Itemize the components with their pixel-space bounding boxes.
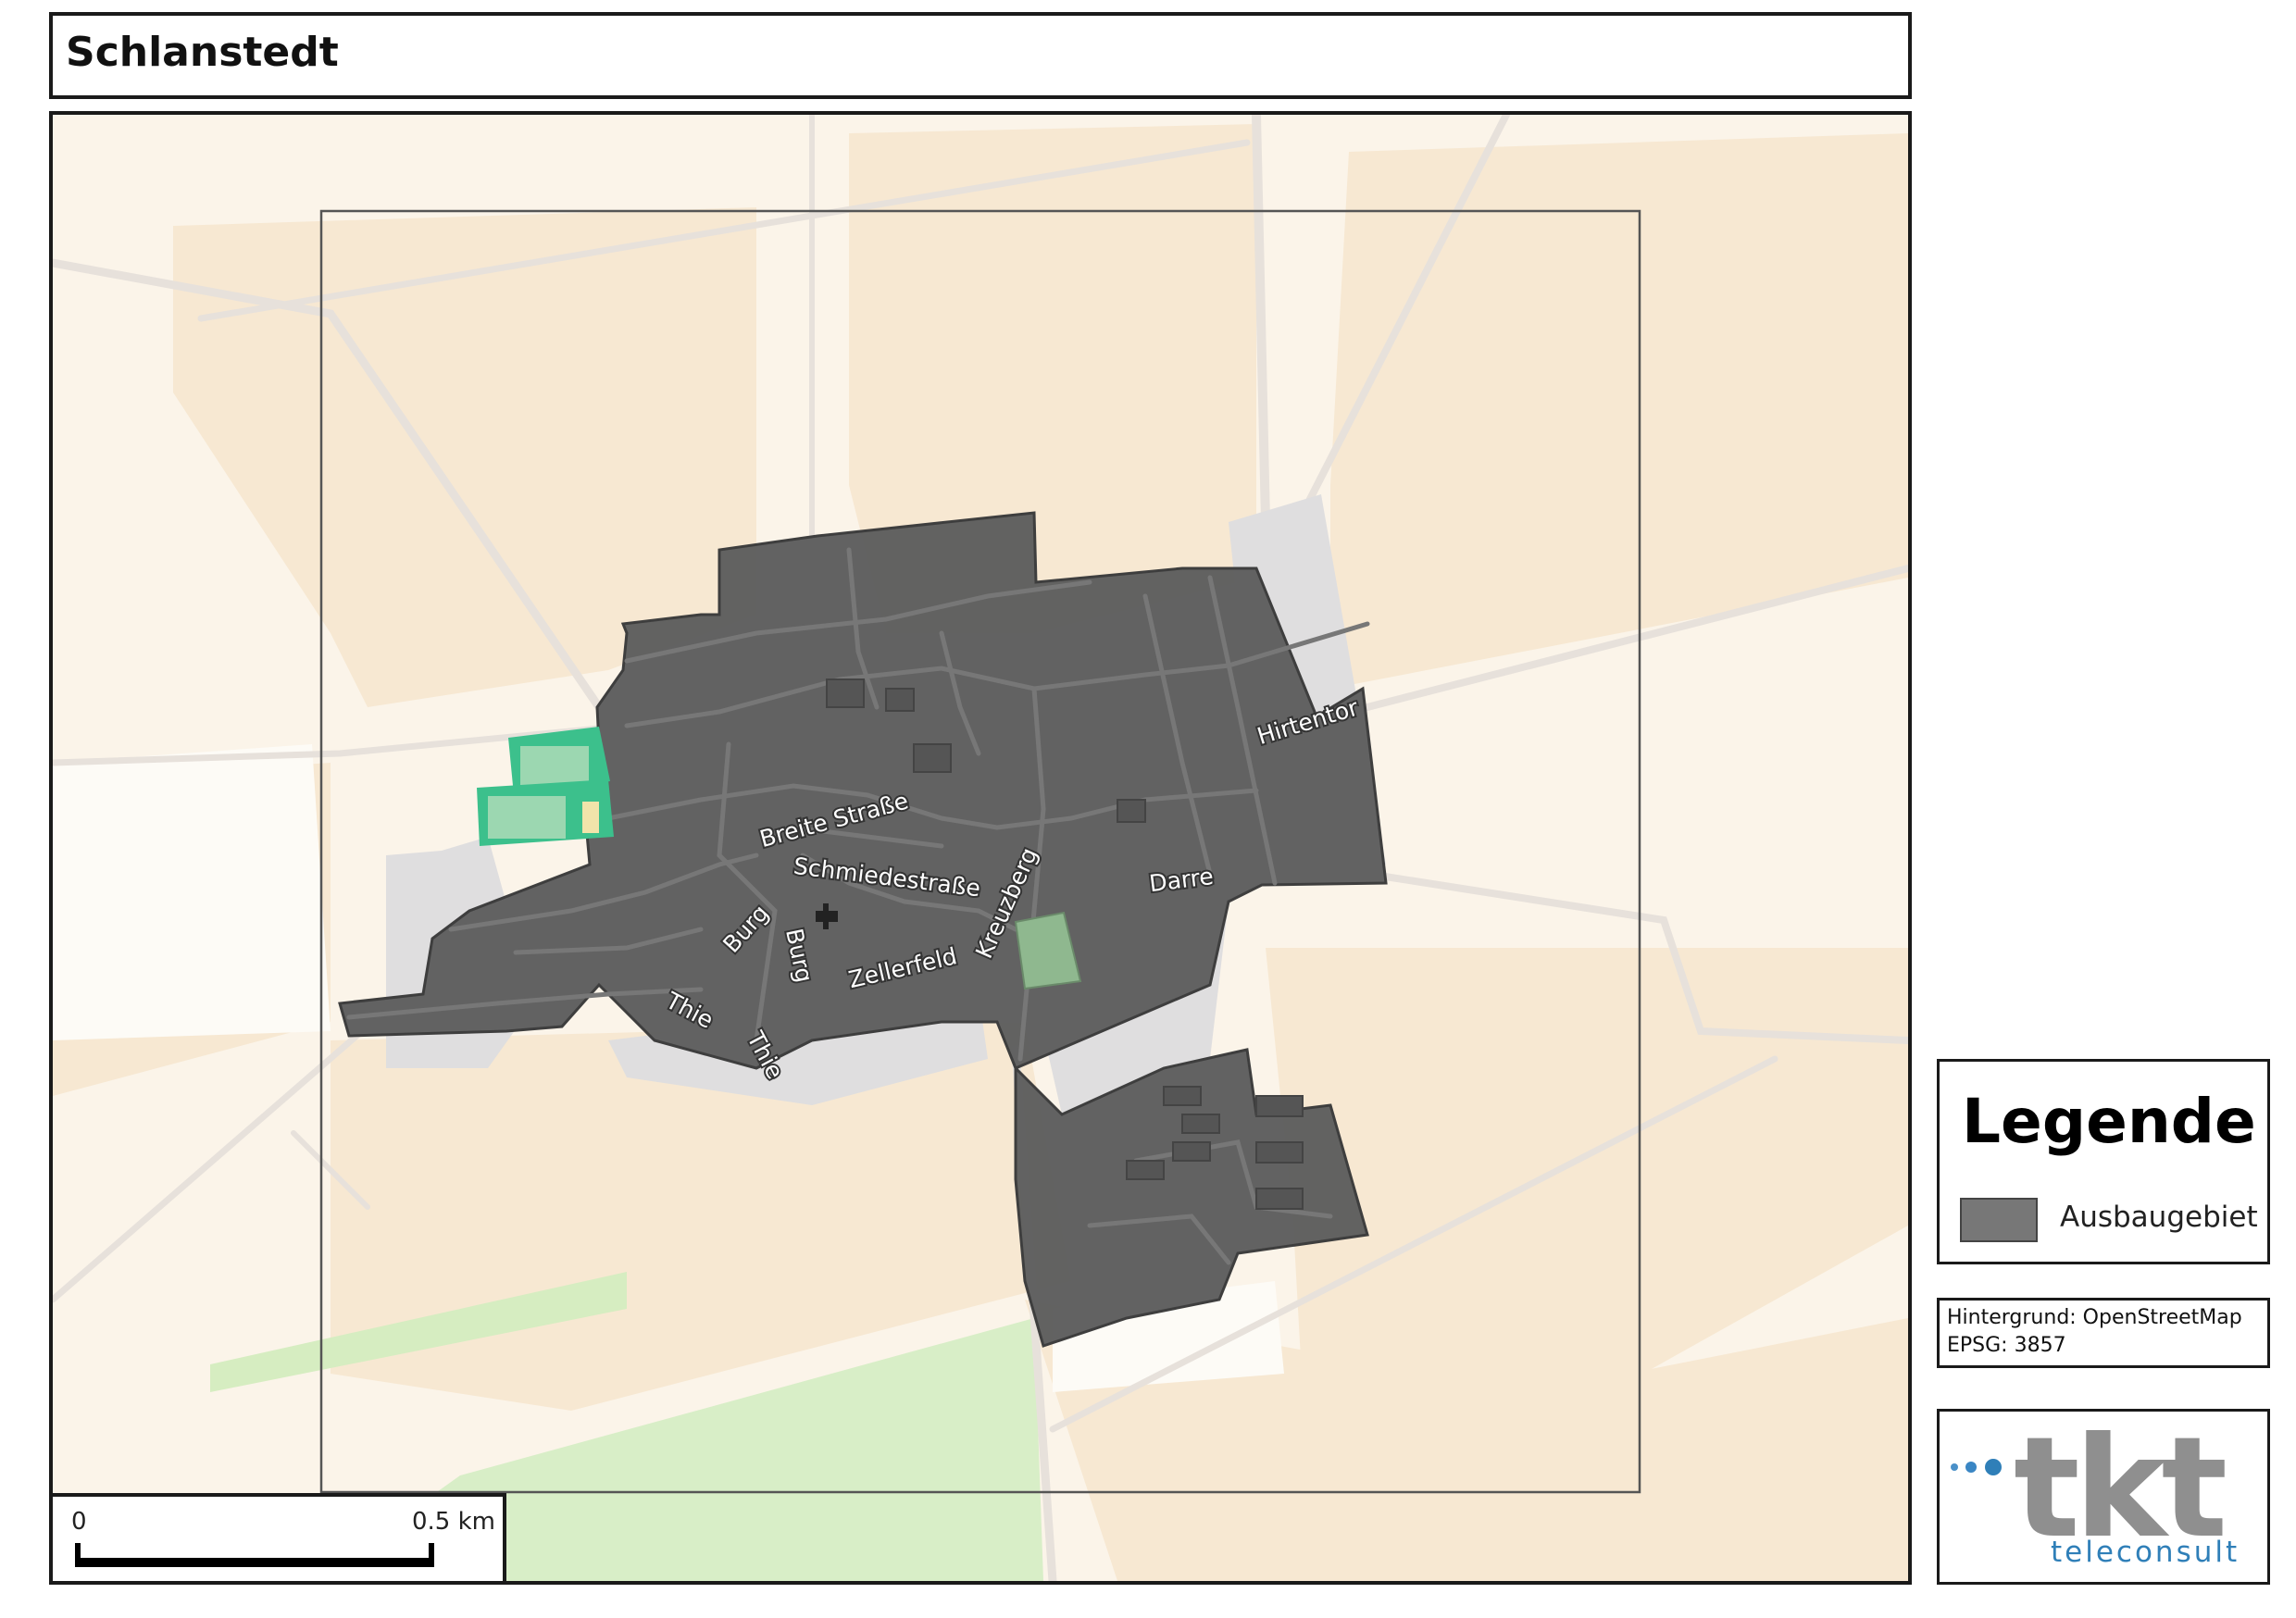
map-title: Schlanstedt: [66, 29, 339, 76]
background-source: Hintergrund: OpenStreetMap: [1947, 1306, 2242, 1329]
scale-tick-left: [75, 1543, 81, 1567]
logo-dots-icon: [1951, 1459, 2002, 1475]
logo-subtitle: teleconsult: [2051, 1536, 2240, 1569]
map-frame[interactable]: Breite Straße Schmiedestraße Kreuzberg H…: [49, 111, 1912, 1585]
scale-end-label: 0.5 km: [412, 1508, 495, 1536]
legend-heading: Legende: [1962, 1086, 2256, 1157]
projection: EPSG: 3857: [1947, 1334, 2066, 1357]
legend-label-ausbaugebiet: Ausbaugebiet: [2060, 1201, 2258, 1234]
scale-start-label: 0: [71, 1508, 87, 1536]
map-info: Hintergrund: OpenStreetMap EPSG: 3857: [1937, 1298, 2270, 1368]
scale-tick-right: [429, 1543, 434, 1567]
legend-swatch-ausbaugebiet: [1960, 1198, 2038, 1242]
company-logo: tkt teleconsult: [1937, 1408, 2270, 1585]
scale-bar: 0 0.5 km: [49, 1493, 506, 1585]
scale-bar-line: [75, 1558, 434, 1567]
map-canvas[interactable]: Breite Straße Schmiedestraße Kreuzberg H…: [53, 115, 1908, 1581]
title-frame: Schlanstedt: [49, 12, 1912, 99]
legend: Legende Ausbaugebiet: [1937, 1059, 2270, 1264]
